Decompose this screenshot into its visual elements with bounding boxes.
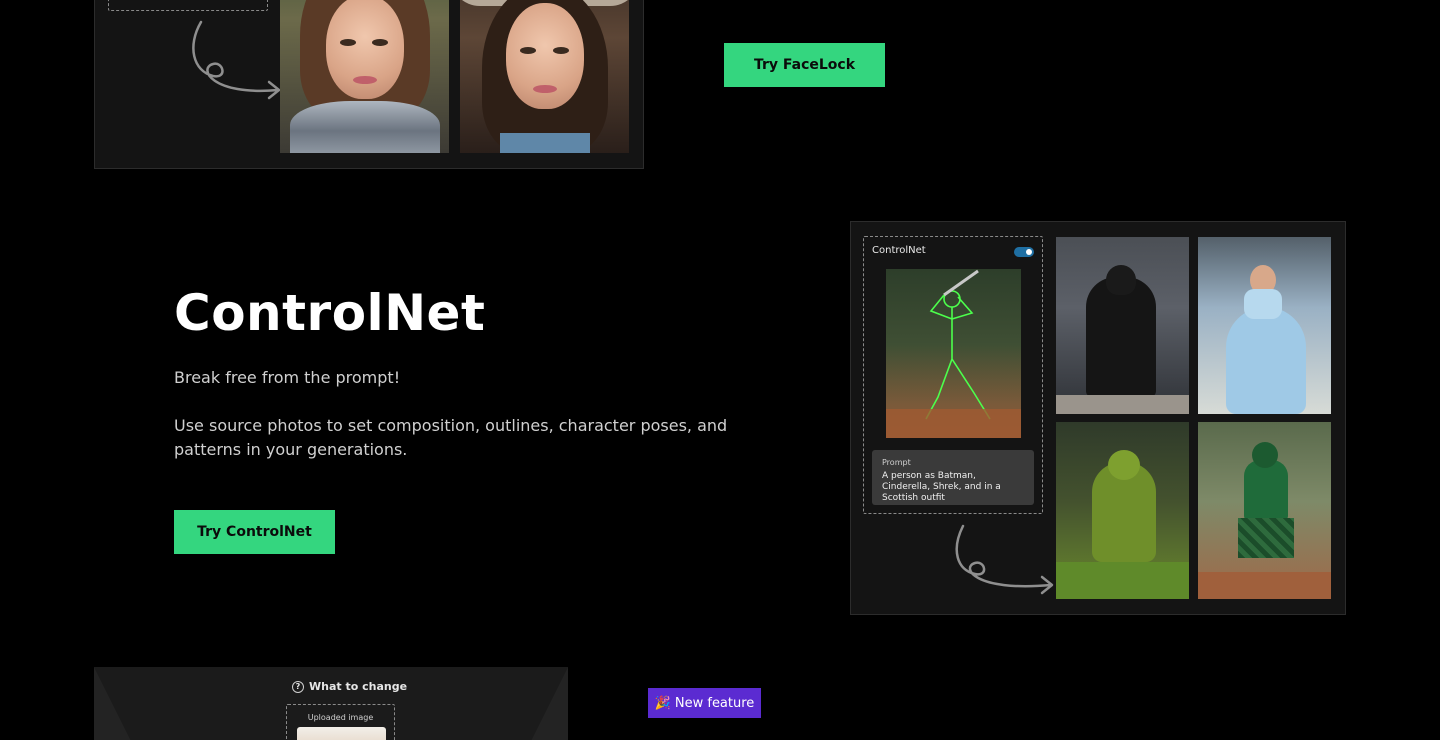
pose-skeleton-icon bbox=[886, 269, 1021, 438]
facelock-result-armor-image bbox=[280, 0, 449, 153]
uploaded-image-dropzone[interactable]: Uploaded image bbox=[286, 704, 395, 740]
uploaded-image-thumbnail bbox=[297, 727, 386, 740]
generated-scottish-outfit-image bbox=[1198, 422, 1331, 599]
what-to-change-panel: ? What to change Uploaded image bbox=[94, 667, 568, 740]
question-icon: ? bbox=[292, 680, 304, 693]
controlnet-source-image bbox=[886, 269, 1021, 438]
what-to-change-label: What to change bbox=[309, 680, 408, 693]
curved-arrow-icon bbox=[192, 20, 281, 100]
facelock-upload-dropzone bbox=[108, 0, 268, 11]
prompt-text: A person as Batman, Cinderella, Shrek, a… bbox=[882, 471, 1001, 503]
controlnet-showcase-panel: ControlNet Prompt A person as Batman, Ci… bbox=[850, 221, 1346, 615]
controlnet-card-label: ControlNet bbox=[872, 245, 926, 256]
new-feature-label: New feature bbox=[674, 695, 755, 711]
try-controlnet-button[interactable]: Try ControlNet bbox=[174, 510, 335, 554]
controlnet-description: Use source photos to set composition, ou… bbox=[174, 416, 728, 459]
party-popper-icon: 🎉 bbox=[654, 695, 671, 711]
facelock-showcase-panel bbox=[94, 0, 644, 169]
what-to-change-header: ? What to change bbox=[292, 680, 407, 693]
uploaded-image-label: Uploaded image bbox=[307, 713, 374, 722]
generated-batman-image bbox=[1056, 237, 1189, 414]
controlnet-source-card: ControlNet Prompt A person as Batman, Ci… bbox=[863, 236, 1043, 514]
facelock-result-portrait-image bbox=[460, 0, 629, 153]
new-feature-badge: 🎉 New feature bbox=[648, 688, 761, 718]
try-facelock-button[interactable]: Try FaceLock bbox=[724, 43, 885, 87]
generated-cinderella-image bbox=[1198, 237, 1331, 414]
prompt-label: Prompt bbox=[882, 458, 911, 467]
controlnet-toggle[interactable] bbox=[1014, 247, 1034, 257]
controlnet-tagline: Break free from the prompt! bbox=[174, 368, 401, 387]
curved-arrow-icon bbox=[955, 524, 1054, 595]
controlnet-prompt-box: Prompt A person as Batman, Cinderella, S… bbox=[872, 450, 1034, 505]
controlnet-title: ControlNet bbox=[174, 284, 486, 342]
generated-shrek-image bbox=[1056, 422, 1189, 599]
